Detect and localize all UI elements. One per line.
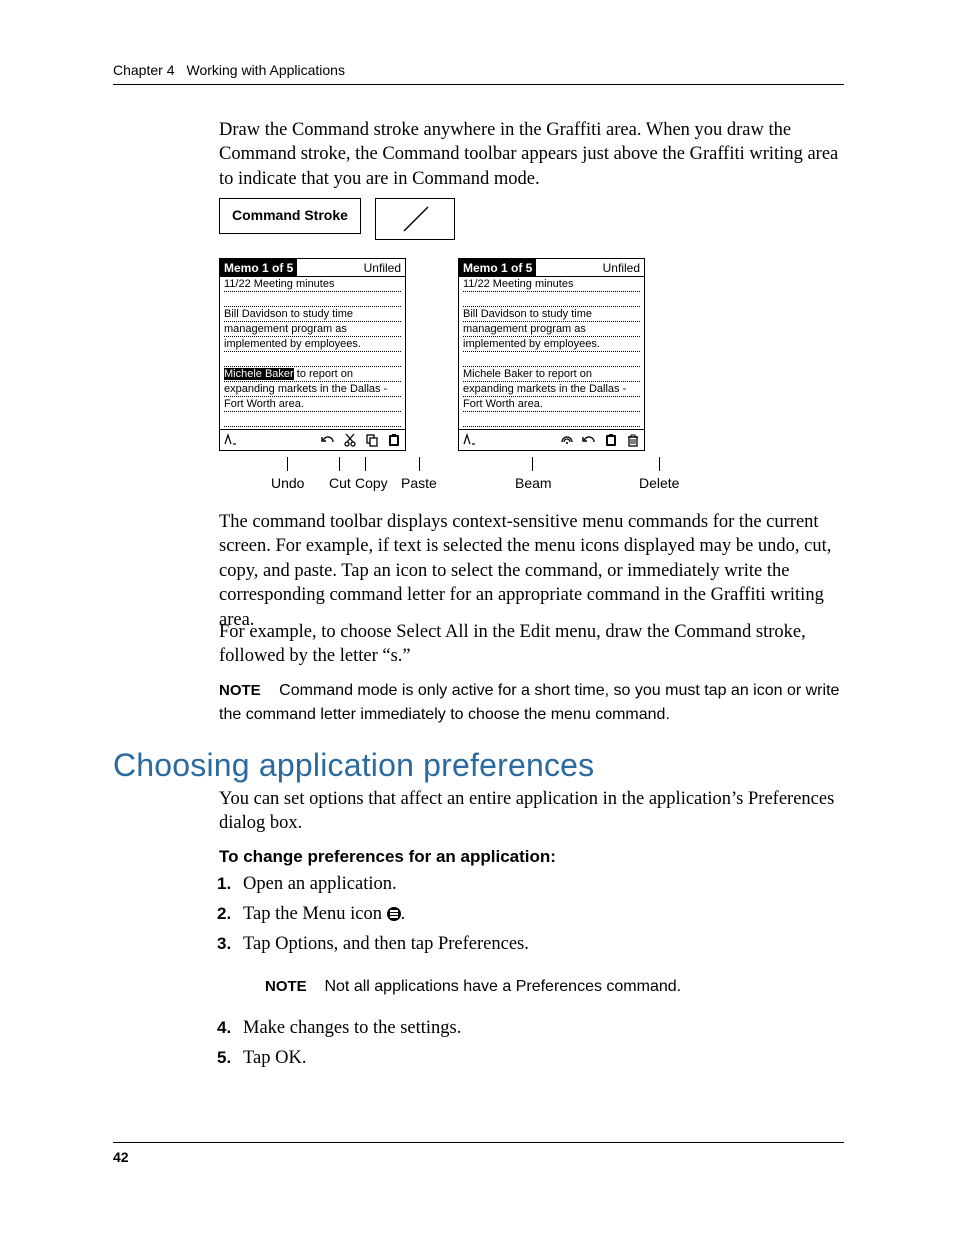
- paragraph-preferences-intro: You can set options that affect an entir…: [219, 787, 844, 836]
- caption-cut: Cut: [329, 475, 351, 491]
- memo-line-blank: [224, 352, 401, 367]
- step-text: Make changes to the settings.: [243, 1018, 461, 1038]
- graffiti-prompt-icon: [463, 433, 479, 448]
- delete-icon[interactable]: [626, 433, 640, 447]
- memo-title: Memo 1 of 5: [220, 259, 297, 277]
- step-text: Tap OK.: [243, 1048, 306, 1068]
- copy-icon[interactable]: [365, 433, 379, 447]
- paragraph-toolbar-explain: The command toolbar displays context-sen…: [219, 510, 844, 632]
- command-toolbar-edit: [220, 429, 405, 450]
- memo-line-blank: [224, 412, 401, 427]
- memo-line: management program as: [463, 322, 640, 337]
- note-label: NOTE: [265, 978, 307, 995]
- memo-line: 11/22 Meeting minutes: [463, 277, 640, 292]
- note-body: Not all applications have a Preferences …: [324, 978, 681, 995]
- beam-icon[interactable]: [560, 433, 574, 447]
- memo-line: Bill Davidson to study time: [224, 307, 401, 322]
- note-command-mode: NOTE Command mode is only active for a s…: [219, 678, 844, 727]
- step-text: Open an application.: [243, 874, 397, 894]
- memo-category[interactable]: Unfiled: [599, 259, 644, 277]
- footer-rule: [113, 1142, 844, 1143]
- header-chapter: Chapter 4: [113, 62, 174, 78]
- memo-line-blank: [463, 412, 640, 427]
- memo-text-area[interactable]: 11/22 Meeting minutes Bill Davidson to s…: [220, 277, 405, 429]
- memo-category[interactable]: Unfiled: [360, 259, 405, 277]
- memo-screen-edit: Memo 1 of 5 Unfiled 11/22 Meeting minute…: [219, 258, 406, 451]
- section-heading: Choosing application preferences: [113, 747, 594, 784]
- memo-line: Fort Worth area.: [224, 397, 401, 412]
- memo-line: expanding markets in the Dallas -: [463, 382, 640, 397]
- selected-text: Michele Baker: [224, 368, 294, 380]
- caption-copy: Copy: [355, 475, 388, 491]
- undo-icon[interactable]: [582, 433, 596, 447]
- memo-screen-record: Memo 1 of 5 Unfiled 11/22 Meeting minute…: [458, 258, 645, 451]
- step-2: 2.Tap the Menu icon .: [243, 904, 843, 925]
- memo-line-blank: [224, 292, 401, 307]
- page-number: 42: [113, 1149, 129, 1165]
- paragraph-example: For example, to choose Select All in the…: [219, 620, 844, 669]
- step-1: 1.Open an application.: [243, 874, 843, 895]
- graffiti-prompt-icon: [224, 433, 240, 448]
- command-stroke-label: Command Stroke: [219, 198, 361, 234]
- memo-line-blank: [463, 292, 640, 307]
- step-4: 4.Make changes to the settings.: [243, 1018, 843, 1039]
- paste-icon[interactable]: [604, 433, 618, 447]
- memo-line: implemented by employees.: [463, 337, 640, 352]
- memo-line: Michele Baker to report on: [463, 367, 640, 382]
- cut-icon[interactable]: [343, 433, 357, 447]
- note-label: NOTE: [219, 682, 261, 699]
- step-5: 5.Tap OK.: [243, 1048, 843, 1069]
- memo-line: expanding markets in the Dallas -: [224, 382, 401, 397]
- memo-line: implemented by employees.: [224, 337, 401, 352]
- header-title: Working with Applications: [186, 62, 344, 78]
- caption-beam: Beam: [515, 475, 552, 491]
- caption-undo: Undo: [271, 475, 304, 491]
- note-preferences: NOTE Not all applications have a Prefere…: [265, 976, 844, 997]
- undo-icon[interactable]: [321, 433, 335, 447]
- caption-delete: Delete: [639, 475, 679, 491]
- command-toolbar-record: [459, 429, 644, 450]
- step-text: Tap Options, and then tap Preferences.: [243, 934, 529, 954]
- caption-paste: Paste: [401, 475, 437, 491]
- memo-line-blank: [463, 352, 640, 367]
- header-rule: [113, 84, 844, 85]
- paragraph-command-stroke-intro: Draw the Command stroke anywhere in the …: [219, 118, 844, 191]
- note-body: Command mode is only active for a short …: [219, 682, 839, 723]
- memo-title: Memo 1 of 5: [459, 259, 536, 277]
- page-header: Chapter 4 Working with Applications: [113, 62, 345, 78]
- memo-line: Michele Baker to report on: [224, 367, 401, 382]
- memo-line: Fort Worth area.: [463, 397, 640, 412]
- menu-icon: [387, 907, 401, 921]
- memo-text-area[interactable]: 11/22 Meeting minutes Bill Davidson to s…: [459, 277, 644, 429]
- memo-line: Bill Davidson to study time: [463, 307, 640, 322]
- command-stroke-glyph: [375, 198, 455, 240]
- step-text: Tap the Menu icon .: [243, 904, 405, 924]
- memo-line: management program as: [224, 322, 401, 337]
- memo-line: 11/22 Meeting minutes: [224, 277, 401, 292]
- step-3: 3.Tap Options, and then tap Preferences.: [243, 934, 843, 955]
- procedure-title: To change preferences for an application…: [219, 846, 844, 868]
- figure-command-toolbar: Command Stroke Memo 1 of 5 Unfiled 11/22…: [219, 198, 659, 497]
- paste-icon[interactable]: [387, 433, 401, 447]
- figure-captions: Undo Cut Copy Paste Beam Delete: [219, 457, 659, 497]
